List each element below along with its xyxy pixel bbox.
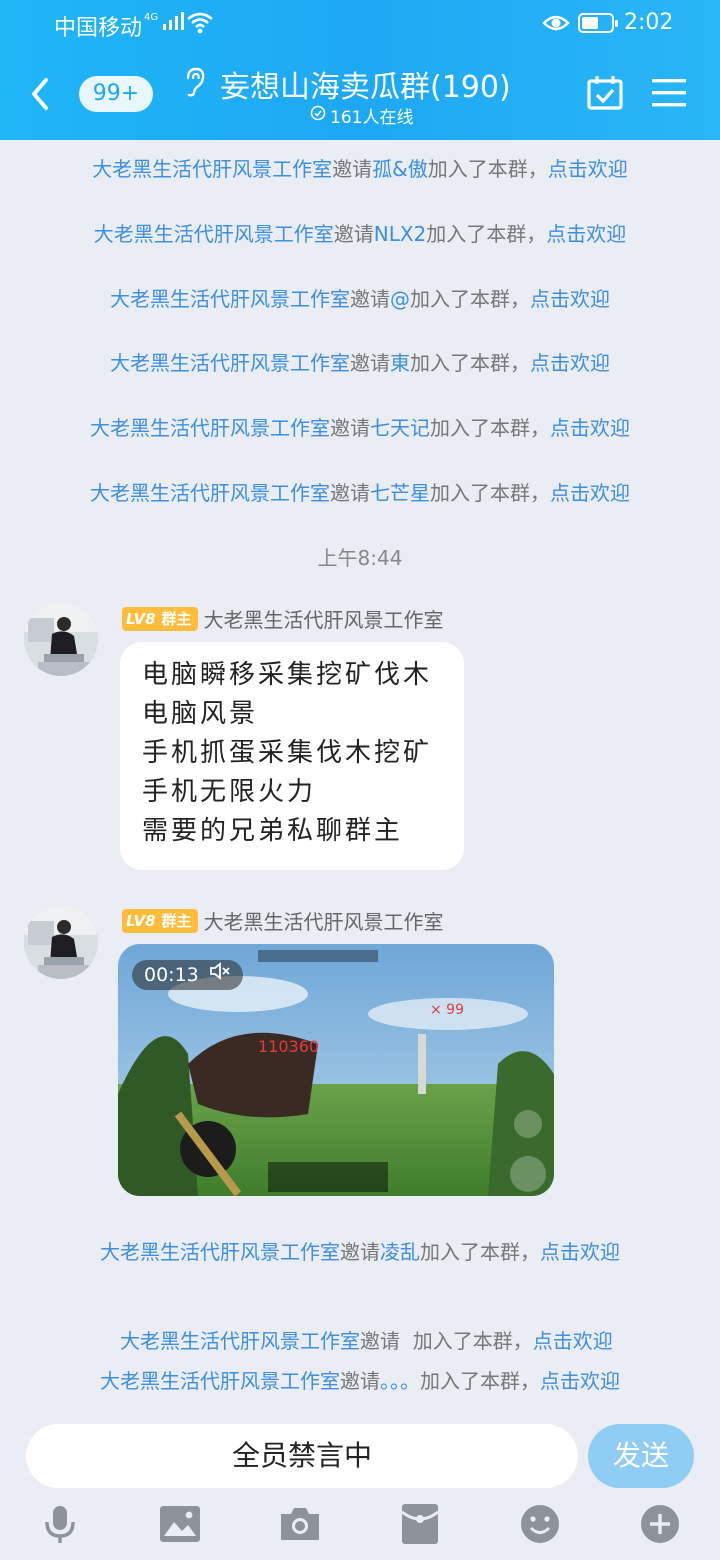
system-message: 大老黑生活代肝风景工作室邀请凌乱加入了本群，点击欢迎	[100, 1240, 620, 1264]
inviter-name[interactable]: 大老黑生活代肝风景工作室	[92, 157, 332, 181]
ear-icon	[182, 66, 208, 102]
message-bubble[interactable]: 电脑瞬移采集挖矿伐木 电脑风景 手机抓蛋采集伐木挖矿 手机无限火力 需要的兄弟私…	[120, 642, 464, 870]
inviter-name[interactable]: 大老黑生活代肝风景工作室	[110, 351, 350, 375]
inviter-name[interactable]: 大老黑生活代肝风景工作室	[100, 1369, 340, 1393]
signal-icon: 4G	[144, 12, 185, 30]
chat-header: 中国移动 4G 2:02 99+ 妄想山海卖瓜群(190) 161人在线	[0, 0, 720, 140]
invitee-name[interactable]: 凌乱	[380, 1240, 420, 1264]
invitee-name[interactable]	[400, 1329, 413, 1353]
system-message: 大老黑生活代肝风景工作室邀请NLX2加入了本群，点击欢迎	[93, 222, 627, 246]
invitee-name[interactable]: 七天记	[370, 416, 430, 440]
message-line: 电脑风景	[142, 699, 259, 729]
inviter-name[interactable]: 大老黑生活代肝风景工作室	[100, 1240, 340, 1264]
message-line: 手机无限火力	[142, 777, 317, 807]
svg-text:× 99: × 99	[430, 1002, 464, 1018]
clock: 2:02	[624, 10, 674, 35]
microphone-icon[interactable]	[38, 1502, 82, 1546]
welcome-link[interactable]: 点击欢迎	[533, 1329, 613, 1353]
network-type: 4G	[144, 12, 159, 23]
message-timestamp: 上午8:44	[317, 546, 403, 570]
input-bar: 全员禁言中 发送	[0, 1410, 720, 1560]
video-duration: 00:13	[132, 960, 243, 990]
video-message[interactable]: × 99 110360 00:13	[118, 944, 554, 1196]
welcome-link[interactable]: 点击欢迎	[540, 1240, 620, 1264]
carrier-label: 中国移动	[54, 16, 143, 41]
calendar-check-icon[interactable]	[586, 74, 624, 116]
system-message: 大老黑生活代肝风景工作室邀请七天记加入了本群，点击欢迎	[90, 416, 630, 440]
invitee-name[interactable]: 東	[390, 351, 410, 375]
image-icon[interactable]	[158, 1502, 202, 1546]
camera-icon[interactable]	[278, 1502, 322, 1546]
invitee-name[interactable]: NLX2	[374, 222, 427, 246]
level-badge: LV8 群主	[122, 908, 198, 933]
battery-icon	[578, 13, 618, 33]
system-message: 大老黑生活代肝风景工作室邀请 加入了本群，点击欢迎	[120, 1329, 613, 1353]
emoji-icon[interactable]	[518, 1502, 562, 1546]
message-line: 电脑瞬移采集挖矿伐木	[142, 660, 433, 690]
welcome-link[interactable]: 点击欢迎	[550, 416, 630, 440]
eye-icon	[542, 12, 570, 38]
message-sender: LV8 群主 大老黑生活代肝风景工作室	[122, 906, 444, 935]
invitee-name[interactable]: 七芒星	[370, 481, 430, 505]
system-message: 大老黑生活代肝风景工作室邀请。。。加入了本群，点击欢迎	[100, 1369, 620, 1393]
inviter-name[interactable]: 大老黑生活代肝风景工作室	[90, 416, 330, 440]
back-button[interactable]	[26, 74, 56, 114]
system-message: 大老黑生活代肝风景工作室邀请七芒星加入了本群，点击欢迎	[90, 481, 630, 505]
avatar[interactable]	[24, 905, 98, 979]
online-count: 161人在线	[310, 103, 413, 128]
welcome-link[interactable]: 点击欢迎	[546, 222, 626, 246]
inviter-name[interactable]: 大老黑生活代肝风景工作室	[120, 1329, 360, 1353]
message-line: 需要的兄弟私聊群主	[142, 816, 404, 846]
invitee-name[interactable]: @	[390, 287, 410, 311]
send-button[interactable]: 发送	[588, 1424, 694, 1488]
status-bar: 中国移动 4G 2:02	[0, 0, 720, 48]
message-sender: LV8 群主 大老黑生活代肝风景工作室	[122, 604, 444, 633]
plus-icon[interactable]	[638, 1502, 682, 1546]
message-line: 手机抓蛋采集伐木挖矿	[142, 738, 433, 768]
menu-icon[interactable]	[652, 78, 686, 112]
invitee-name[interactable]: 孤&傲	[372, 157, 428, 181]
welcome-link[interactable]: 点击欢迎	[530, 287, 610, 311]
system-message: 大老黑生活代肝风景工作室邀请孤&傲加入了本群，点击欢迎	[92, 157, 628, 181]
welcome-link[interactable]: 点击欢迎	[540, 1369, 620, 1393]
inviter-name[interactable]: 大老黑生活代肝风景工作室	[94, 222, 334, 246]
invitee-name[interactable]: 。。。	[380, 1369, 420, 1393]
wifi-icon	[186, 10, 214, 38]
system-message: 大老黑生活代肝风景工作室邀请東加入了本群，点击欢迎	[110, 351, 610, 375]
message-input[interactable]: 全员禁言中	[26, 1424, 578, 1488]
sender-name[interactable]: 大老黑生活代肝风景工作室	[204, 604, 444, 633]
level-badge: LV8 群主	[122, 606, 198, 631]
inviter-name[interactable]: 大老黑生活代肝风景工作室	[90, 481, 330, 505]
avatar[interactable]	[24, 602, 98, 676]
svg-text:110360: 110360	[258, 1037, 319, 1056]
welcome-link[interactable]: 点击欢迎	[550, 481, 630, 505]
group-title[interactable]: 妄想山海卖瓜群(190)	[220, 62, 511, 106]
online-count-label: 161人在线	[330, 108, 414, 128]
sender-name[interactable]: 大老黑生活代肝风景工作室	[204, 906, 444, 935]
welcome-link[interactable]: 点击欢迎	[530, 351, 610, 375]
unread-count-badge[interactable]: 99+	[79, 76, 153, 112]
red-envelope-icon[interactable]	[398, 1502, 442, 1546]
inviter-name[interactable]: 大老黑生活代肝风景工作室	[110, 287, 350, 311]
system-message: 大老黑生活代肝风景工作室邀请@加入了本群，点击欢迎	[110, 287, 610, 311]
welcome-link[interactable]: 点击欢迎	[548, 157, 628, 181]
mute-icon[interactable]	[209, 960, 231, 990]
check-circle-icon	[310, 105, 326, 126]
